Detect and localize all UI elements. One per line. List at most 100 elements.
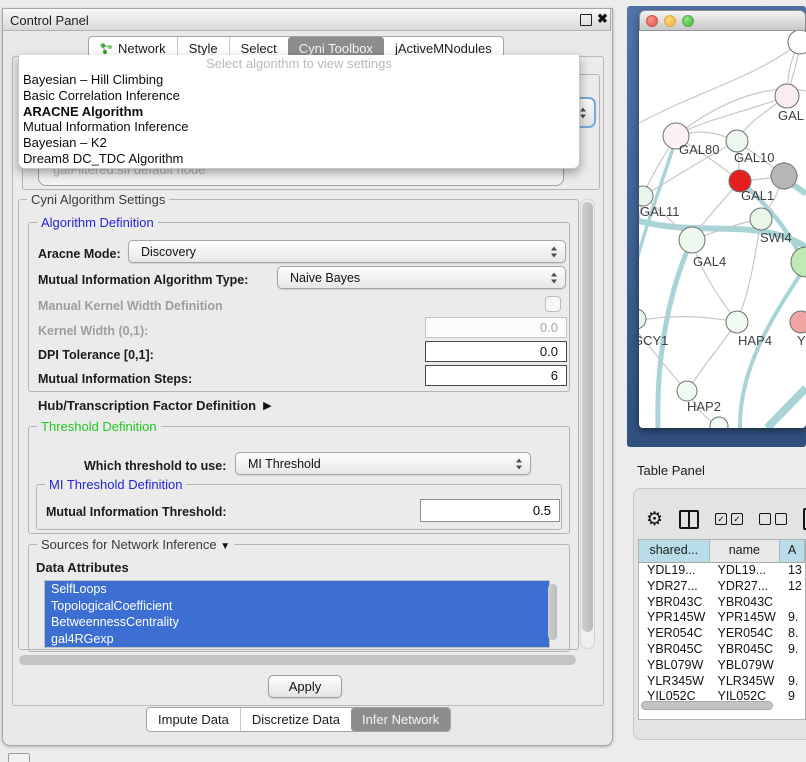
- table-cell: YDR27...: [639, 579, 709, 595]
- table-horizontal-scrollbar[interactable]: [640, 700, 804, 712]
- network-node-y[interactable]: [790, 311, 806, 333]
- manual-kernel-checkbox[interactable]: [545, 296, 561, 312]
- tab-label: Impute Data: [158, 708, 229, 731]
- docked-panel-icon[interactable]: [8, 753, 30, 762]
- table-cell: 8.: [780, 626, 805, 642]
- aracne-mode-label: Aracne Mode:: [38, 247, 121, 261]
- cyni-settings-title: Cyni Algorithm Settings: [27, 192, 169, 207]
- column-header-name[interactable]: name: [710, 540, 781, 562]
- which-threshold-label: Which threshold to use:: [84, 459, 226, 473]
- network-node[interactable]: [791, 247, 806, 277]
- kernel-width-label: Kernel Width (0,1):: [38, 324, 148, 338]
- table-cell: YLR345W: [709, 674, 779, 690]
- sources-title-wrap[interactable]: Sources for Network Inference ▼: [37, 537, 234, 552]
- network-window-titlebar[interactable]: [639, 10, 806, 31]
- hub-definition-toggle[interactable]: Hub/Transcription Factor Definition ▶: [38, 398, 272, 413]
- table-horizontal-scrollbar-thumb[interactable]: [641, 701, 773, 710]
- network-node[interactable]: [788, 31, 806, 54]
- table-cell: YBR045C: [709, 642, 779, 658]
- network-node-swi4[interactable]: [750, 208, 772, 230]
- attribute-item-selfloops[interactable]: SelfLoops: [45, 581, 549, 598]
- combo-stepper-icon: [580, 106, 587, 119]
- node-label-gal4: GAL4: [693, 254, 726, 269]
- table-row[interactable]: YBR043CYBR043C: [639, 595, 805, 611]
- algorithm-option-dream8-dc-tdc-algorithm[interactable]: Dream8 DC_TDC Algorithm: [19, 151, 579, 167]
- control-panel-titlebar: [2, 8, 611, 31]
- network-canvas[interactable]: GALGAL80GAL10GAL1GAL11SWI4GAL4GCY1HAP4YH…: [639, 31, 806, 428]
- table-row[interactable]: YER054CYER054C8.: [639, 626, 805, 642]
- split-view-icon[interactable]: [679, 510, 699, 529]
- dpi-tolerance-label: DPI Tolerance [0,1]:: [38, 348, 154, 362]
- node-label-gcy1: GCY1: [639, 333, 668, 348]
- checked-pair-icon[interactable]: ✓✓: [715, 513, 743, 525]
- algorithm-option-basic-correlation-inference[interactable]: Basic Correlation Inference: [19, 88, 579, 104]
- table-cell: YBL079W: [709, 658, 779, 674]
- bottom-tab-discretize-data[interactable]: Discretize Data: [241, 708, 351, 731]
- node-label-swi4: SWI4: [760, 230, 792, 245]
- mi-threshold-field[interactable]: [420, 499, 560, 522]
- network-node-hap4[interactable]: [726, 311, 748, 333]
- control-panel-title: Control Panel: [10, 13, 89, 28]
- attribute-item-betweennesscentrality[interactable]: BetweennessCentrality: [45, 614, 549, 631]
- manual-kernel-label: Manual Kernel Width Definition: [38, 299, 223, 313]
- table-cell: YBR043C: [709, 595, 779, 611]
- mac-close-icon[interactable]: [646, 15, 658, 27]
- table-cell: [780, 595, 805, 611]
- aracne-mode-combo[interactable]: Discovery: [128, 240, 566, 263]
- attribute-table[interactable]: shared...nameA YDL19...YDL19...13YDR27..…: [638, 539, 806, 720]
- tab-label: Infer Network: [362, 708, 439, 731]
- table-row[interactable]: YDR27...YDR27...12: [639, 579, 805, 595]
- algorithm-definition-title: Algorithm Definition: [37, 215, 158, 230]
- column-header-shared[interactable]: shared...: [639, 540, 710, 562]
- algorithm-option-bayesian-k2[interactable]: Bayesian – K2: [19, 135, 579, 151]
- network-node-gal10[interactable]: [726, 130, 748, 152]
- mac-minimize-icon[interactable]: [664, 15, 676, 27]
- algorithm-option-mutual-information-inference[interactable]: Mutual Information Inference: [19, 119, 579, 135]
- table-row[interactable]: YBL079WYBL079W: [639, 658, 805, 674]
- settings-horizontal-scrollbar[interactable]: [16, 653, 600, 667]
- network-node-gal4[interactable]: [679, 227, 705, 253]
- table-panel-title: Table Panel: [637, 463, 705, 478]
- gear-icon[interactable]: ⚙: [646, 510, 663, 529]
- sources-title: Sources for Network Inference: [41, 537, 217, 552]
- settings-vertical-scrollbar-thumb[interactable]: [582, 202, 593, 632]
- data-attributes-label: Data Attributes: [36, 560, 129, 575]
- algorithm-option-aracne-algorithm[interactable]: ARACNE Algorithm: [19, 104, 579, 120]
- data-attributes-list[interactable]: SelfLoopsTopologicalCoefficientBetweenne…: [44, 580, 550, 648]
- table-cell: 13: [780, 563, 805, 579]
- close-icon[interactable]: ✖: [597, 11, 608, 27]
- network-node[interactable]: [771, 163, 797, 189]
- network-node-hap2[interactable]: [677, 381, 697, 401]
- dpi-tolerance-field[interactable]: [425, 341, 567, 362]
- bottom-tab-impute-data[interactable]: Impute Data: [147, 708, 241, 731]
- network-node-gcy1[interactable]: [639, 309, 646, 329]
- table-cell: 9.: [780, 642, 805, 658]
- network-node[interactable]: [710, 417, 728, 428]
- table-cell: YDR27...: [709, 579, 779, 595]
- kernel-width-field[interactable]: [425, 317, 567, 338]
- network-icon: [100, 42, 113, 55]
- table-cell: YBL079W: [639, 658, 709, 674]
- table-row[interactable]: YLR345WYLR345W9.: [639, 674, 805, 690]
- float-window-icon[interactable]: [580, 14, 592, 26]
- table-row[interactable]: YDL19...YDL19...13: [639, 563, 805, 579]
- mi-steps-field[interactable]: [425, 365, 567, 386]
- table-cell: 9.: [780, 674, 805, 690]
- table-row[interactable]: YPR145WYPR145W9.: [639, 610, 805, 626]
- hub-definition-label: Hub/Transcription Factor Definition: [38, 398, 256, 413]
- network-node-gal[interactable]: [775, 84, 799, 108]
- node-label-gal80: GAL80: [679, 142, 719, 157]
- apply-button[interactable]: Apply: [268, 675, 342, 698]
- unchecked-pair-icon[interactable]: [759, 513, 787, 525]
- bottom-tab-infer-network[interactable]: Infer Network: [351, 708, 450, 731]
- which-threshold-combo[interactable]: MI Threshold: [235, 452, 531, 475]
- mi-type-combo[interactable]: Naive Bayes: [277, 266, 566, 289]
- list-scrollbar-thumb[interactable]: [548, 584, 557, 640]
- settings-horizontal-scrollbar-thumb[interactable]: [19, 655, 576, 665]
- mac-zoom-icon[interactable]: [682, 15, 694, 27]
- attribute-item-topologicalcoefficient[interactable]: TopologicalCoefficient: [45, 598, 549, 615]
- column-header-a[interactable]: A: [780, 540, 805, 562]
- attribute-item-gal4rgexp[interactable]: gal4RGexp: [45, 631, 549, 648]
- table-row[interactable]: YBR045CYBR045C9.: [639, 642, 805, 658]
- algorithm-option-bayesian-hill-climbing[interactable]: Bayesian – Hill Climbing: [19, 72, 579, 88]
